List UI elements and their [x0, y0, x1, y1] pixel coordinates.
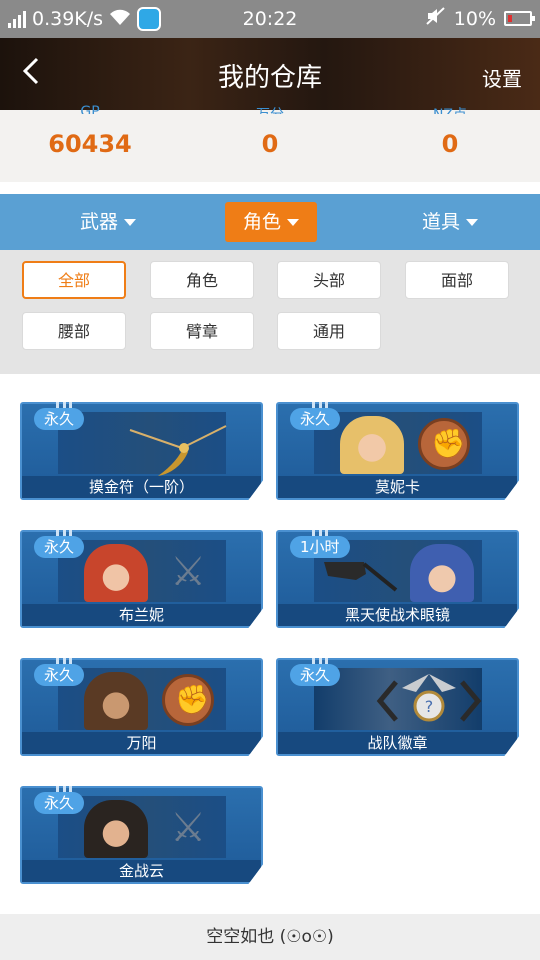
item-name: 金战云	[22, 860, 261, 882]
duration-badge: 永久	[34, 408, 85, 430]
filter-general[interactable]: 通用	[277, 312, 381, 350]
duration-badge: 永久	[34, 792, 85, 814]
filter-waist[interactable]: 腰部	[22, 312, 126, 350]
dropdown-arrow-icon	[124, 219, 136, 226]
item-grid: 永久 摸金符（一阶） 永久 莫妮卡 ⚔ 永久 布兰妮 1小时	[0, 374, 540, 914]
item-name: 万阳	[22, 732, 261, 754]
item-card[interactable]: 1小时 黑天使战术眼镜	[276, 530, 519, 628]
stat-value-wanfen: 0	[261, 130, 279, 158]
filter-panel: 全部 角色 头部 面部 腰部 臂章 通用	[0, 250, 540, 374]
team-badge-icon: ?	[376, 674, 482, 722]
item-card[interactable]: 永久 摸金符（一阶）	[20, 402, 263, 500]
filter-armband[interactable]: 臂章	[150, 312, 254, 350]
character-portrait-icon	[84, 544, 148, 602]
filter-face[interactable]: 面部	[405, 261, 509, 299]
tab-characters-label: 角色	[242, 211, 281, 233]
stat-value-gp: 60434	[48, 130, 132, 158]
filter-head[interactable]: 头部	[277, 261, 381, 299]
duration-badge: 永久	[34, 536, 85, 558]
filter-character[interactable]: 角色	[150, 261, 254, 299]
fist-emblem-icon	[418, 418, 470, 470]
character-portrait-icon	[340, 416, 404, 474]
item-card[interactable]: 永久 万阳	[20, 658, 263, 756]
fist-emblem-icon	[162, 674, 214, 726]
svg-text:?: ?	[425, 697, 434, 716]
stat-label-nz: NZ点	[360, 104, 540, 114]
golden-pendant-icon	[129, 425, 227, 476]
tab-characters[interactable]: 角色	[225, 202, 317, 242]
crossed-swords-icon: ⚔	[170, 805, 206, 851]
app-header: 我的仓库 设置	[0, 38, 540, 110]
settings-button[interactable]: 设置	[482, 63, 522, 92]
item-name: 莫妮卡	[278, 476, 517, 498]
tab-props-label: 道具	[421, 211, 460, 233]
duration-badge: 永久	[34, 664, 85, 686]
item-name: 黑天使战术眼镜	[278, 604, 517, 626]
item-name: 布兰妮	[22, 604, 261, 626]
item-name: 摸金符（一阶）	[22, 476, 261, 498]
item-card[interactable]: ⚔ 永久 金战云	[20, 786, 263, 884]
dropdown-arrow-icon	[287, 219, 299, 226]
item-name: 战队徽章	[278, 732, 517, 754]
category-tabs: 武器 角色 道具	[0, 194, 540, 250]
filter-all[interactable]: 全部	[22, 261, 126, 299]
character-portrait-icon	[84, 800, 148, 858]
character-portrait-icon	[84, 672, 148, 730]
status-right: 10%	[426, 7, 535, 30]
battery-icon	[504, 11, 535, 26]
stat-label-gp: GP	[80, 104, 100, 114]
page-title: 我的仓库	[217, 63, 322, 93]
tab-weapons[interactable]: 武器	[62, 202, 154, 242]
tab-props[interactable]: 道具	[404, 202, 496, 242]
duration-badge: 1小时	[290, 536, 350, 558]
item-card[interactable]: ? 永久 战队徽章	[276, 658, 519, 756]
duration-badge: 永久	[290, 408, 341, 430]
crossed-swords-icon: ⚔	[170, 549, 206, 595]
stat-label-wanfen: 万分	[180, 104, 360, 114]
status-bar: 0.39K/s 20:22 10%	[0, 0, 540, 38]
currency-stats: GP 60434 万分 0 NZ点 0	[0, 104, 540, 182]
dropdown-arrow-icon	[466, 219, 478, 226]
empty-hint: 空空如也 (☉o☉)	[0, 914, 540, 960]
mute-icon	[426, 7, 446, 30]
battery-percent: 10%	[453, 7, 496, 30]
item-card[interactable]: ⚔ 永久 布兰妮	[20, 530, 263, 628]
item-card[interactable]: 永久 莫妮卡	[276, 402, 519, 500]
tab-weapons-label: 武器	[79, 211, 118, 233]
stat-value-nz: 0	[441, 130, 459, 158]
duration-badge: 永久	[290, 664, 341, 686]
character-portrait-icon	[410, 544, 474, 602]
